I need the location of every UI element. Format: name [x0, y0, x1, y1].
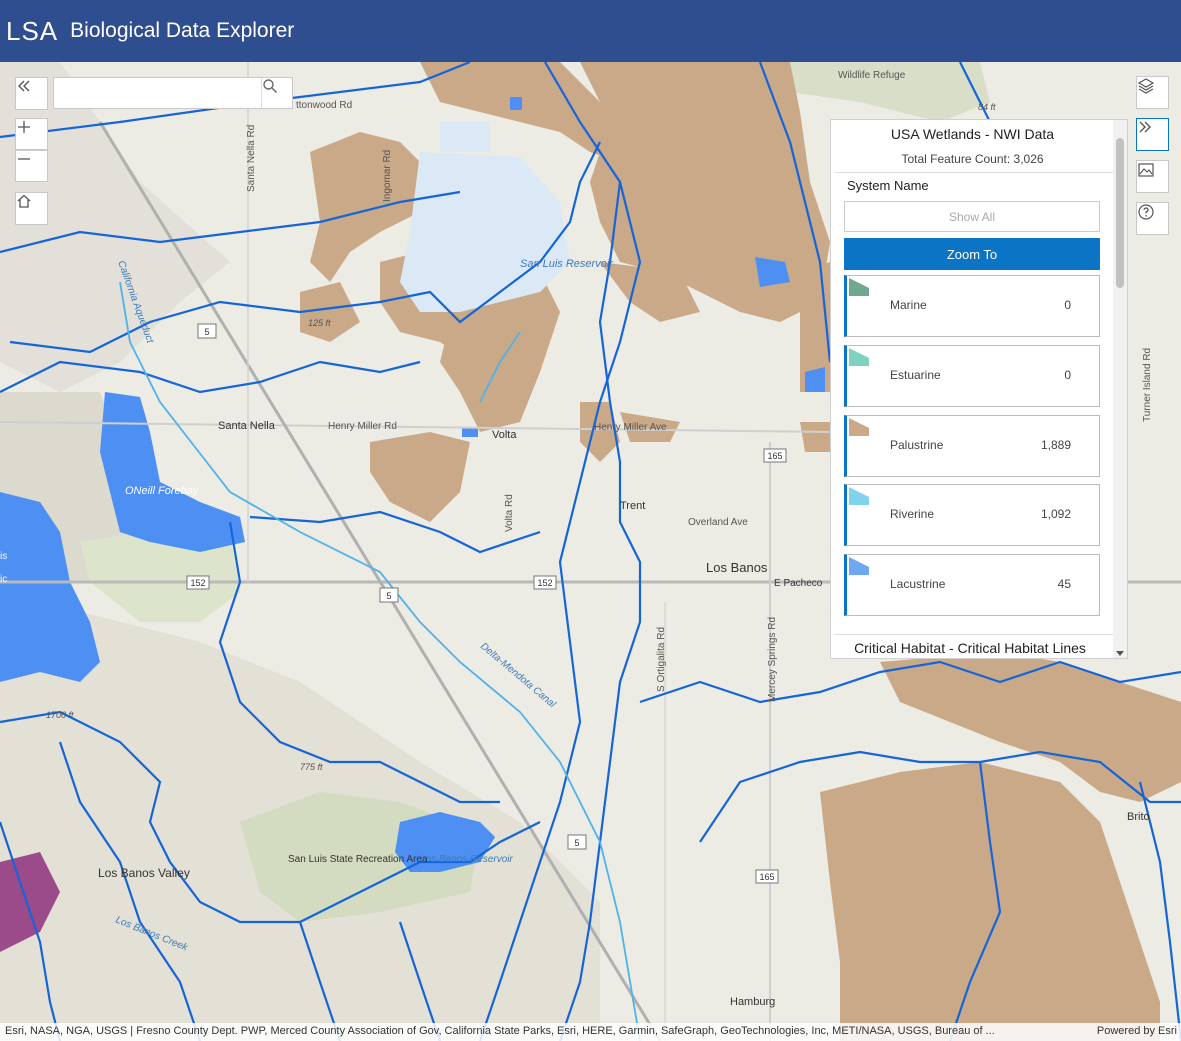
estuarine-swatch-icon	[849, 348, 869, 366]
shield-label: 152	[190, 578, 205, 588]
road-label: Henry Miller Ave	[594, 422, 667, 433]
layer-filter-panel: USA Wetlands - NWI Data Total Feature Co…	[830, 119, 1128, 659]
attribution-text: Esri, NASA, NGA, USGS | Fresno County De…	[5, 1025, 995, 1037]
home-button[interactable]	[15, 192, 48, 225]
zoom-in-button[interactable]	[15, 118, 48, 150]
elevation-label: 775 ft	[300, 762, 323, 772]
category-count: 1,889	[1040, 438, 1071, 452]
shield-label: 5	[386, 591, 391, 601]
road-label: Turner Island Rd	[1142, 348, 1153, 422]
expand-panel-button[interactable]	[1136, 118, 1169, 151]
place-label: Brito	[1127, 811, 1150, 823]
water-label: ONeill Forebay	[125, 485, 200, 497]
show-all-button[interactable]: Show All	[844, 201, 1100, 232]
map-attribution: Esri, NASA, NGA, USGS | Fresno County De…	[0, 1023, 1181, 1041]
place-label: Los Banos	[706, 560, 768, 575]
zoom-out-button[interactable]	[15, 150, 48, 182]
riverine-swatch-icon	[849, 487, 869, 505]
road-label: Henry Miller Rd	[328, 421, 397, 432]
road-label: E Pacheco	[774, 578, 823, 589]
help-icon	[1138, 204, 1154, 220]
road-label: Volta Rd	[504, 494, 515, 532]
collapse-toolbar-button[interactable]	[15, 77, 48, 110]
search-icon	[263, 79, 277, 93]
layer-list-button[interactable]	[1136, 76, 1169, 109]
category-riverine[interactable]: Riverine 1,092	[844, 484, 1100, 546]
elevation-label: 84 ft	[978, 102, 996, 112]
layers-icon	[1137, 78, 1155, 94]
map-view[interactable]: Santa Nella Volta Trent Los Banos Brito …	[0, 62, 1181, 1041]
park-label: Wildlife Refuge	[838, 70, 906, 81]
water-label: Delta-Mendota Canal	[478, 641, 558, 711]
road-label: Mercey Springs Rd	[767, 617, 778, 702]
refuge-hatch	[400, 122, 570, 312]
water-label-fragment: is	[0, 551, 7, 562]
category-label: Palustrine	[890, 438, 944, 452]
category-count: 0	[1064, 368, 1071, 382]
park-label: Los Banos Valley	[98, 866, 190, 880]
collapse-left-icon	[18, 80, 30, 92]
place-label: Santa Nella	[218, 420, 276, 432]
road-label: ttonwood Rd	[296, 100, 352, 111]
divider	[835, 634, 1113, 635]
panel-scrollbar[interactable]	[1113, 120, 1127, 658]
expand-right-icon	[1139, 121, 1151, 133]
category-count: 0	[1064, 298, 1071, 312]
shield-label: 165	[759, 872, 774, 882]
category-palustrine[interactable]: Palustrine 1,889	[844, 415, 1100, 477]
category-label: Marine	[890, 298, 927, 312]
road-label: Overland Ave	[688, 517, 748, 528]
category-lacustrine[interactable]: Lacustrine 45	[844, 554, 1100, 616]
home-icon	[17, 194, 31, 208]
zoom-to-button[interactable]: Zoom To	[844, 238, 1100, 270]
lsa-logo: LSA	[6, 15, 59, 46]
place-label: Trent	[620, 500, 645, 512]
marine-swatch-icon	[849, 278, 869, 296]
next-layer-title: Critical Habitat - Critical Habitat Line…	[854, 640, 1086, 656]
category-marine[interactable]: Marine 0	[844, 275, 1100, 337]
powered-by-esri: Powered by Esri	[1096, 1025, 1177, 1037]
basemap-gallery-button[interactable]	[1136, 160, 1169, 193]
water-label: San Luis Reservoir	[520, 258, 614, 270]
search-input[interactable]	[54, 78, 260, 108]
water-label: Los Banos Reservoir	[420, 854, 513, 865]
app-header: LSA Biological Data Explorer	[0, 0, 1181, 62]
water-label-fragment: ic	[0, 574, 7, 585]
category-count: 1,092	[1040, 507, 1071, 521]
search-button[interactable]	[261, 78, 292, 108]
category-label: Estuarine	[890, 368, 941, 382]
place-label: Volta	[492, 429, 517, 441]
scroll-down-arrow-icon[interactable]	[1116, 651, 1124, 656]
layer-title: USA Wetlands - NWI Data	[890, 126, 1055, 142]
shield-label: 165	[767, 451, 782, 461]
category-estuarine[interactable]: Estuarine 0	[844, 345, 1100, 407]
help-button[interactable]	[1136, 202, 1169, 235]
shield-label: 5	[204, 327, 209, 337]
scrollbar-thumb[interactable]	[1116, 138, 1124, 288]
elevation-label: 125 ft	[308, 318, 331, 328]
field-name-label: System Name	[847, 178, 929, 193]
place-label: Hamburg	[730, 996, 775, 1008]
category-label: Riverine	[890, 507, 935, 521]
palustrine-swatch-icon	[849, 418, 869, 436]
search-widget[interactable]	[53, 77, 293, 109]
elevation-label: 1700 ft	[46, 710, 74, 720]
lacustrine-swatch-icon	[849, 557, 869, 575]
divider	[835, 172, 1113, 173]
zoom-out-icon	[18, 158, 30, 160]
road-label: Ingomar Rd	[382, 150, 393, 202]
road-label: Santa Nella Rd	[246, 125, 257, 192]
park-label: San Luis State Recreation Area	[288, 854, 428, 865]
basemap-icon	[1138, 163, 1154, 177]
shield-label: 152	[537, 578, 552, 588]
feature-count: Total Feature Count: 3,026	[901, 152, 1044, 166]
app-title: Biological Data Explorer	[70, 19, 295, 42]
category-count: 45	[1057, 577, 1071, 591]
road-label: S Ortigalita Rd	[656, 627, 667, 692]
zoom-in-icon	[18, 121, 30, 133]
category-label: Lacustrine	[890, 577, 946, 591]
shield-label: 5	[574, 838, 579, 848]
